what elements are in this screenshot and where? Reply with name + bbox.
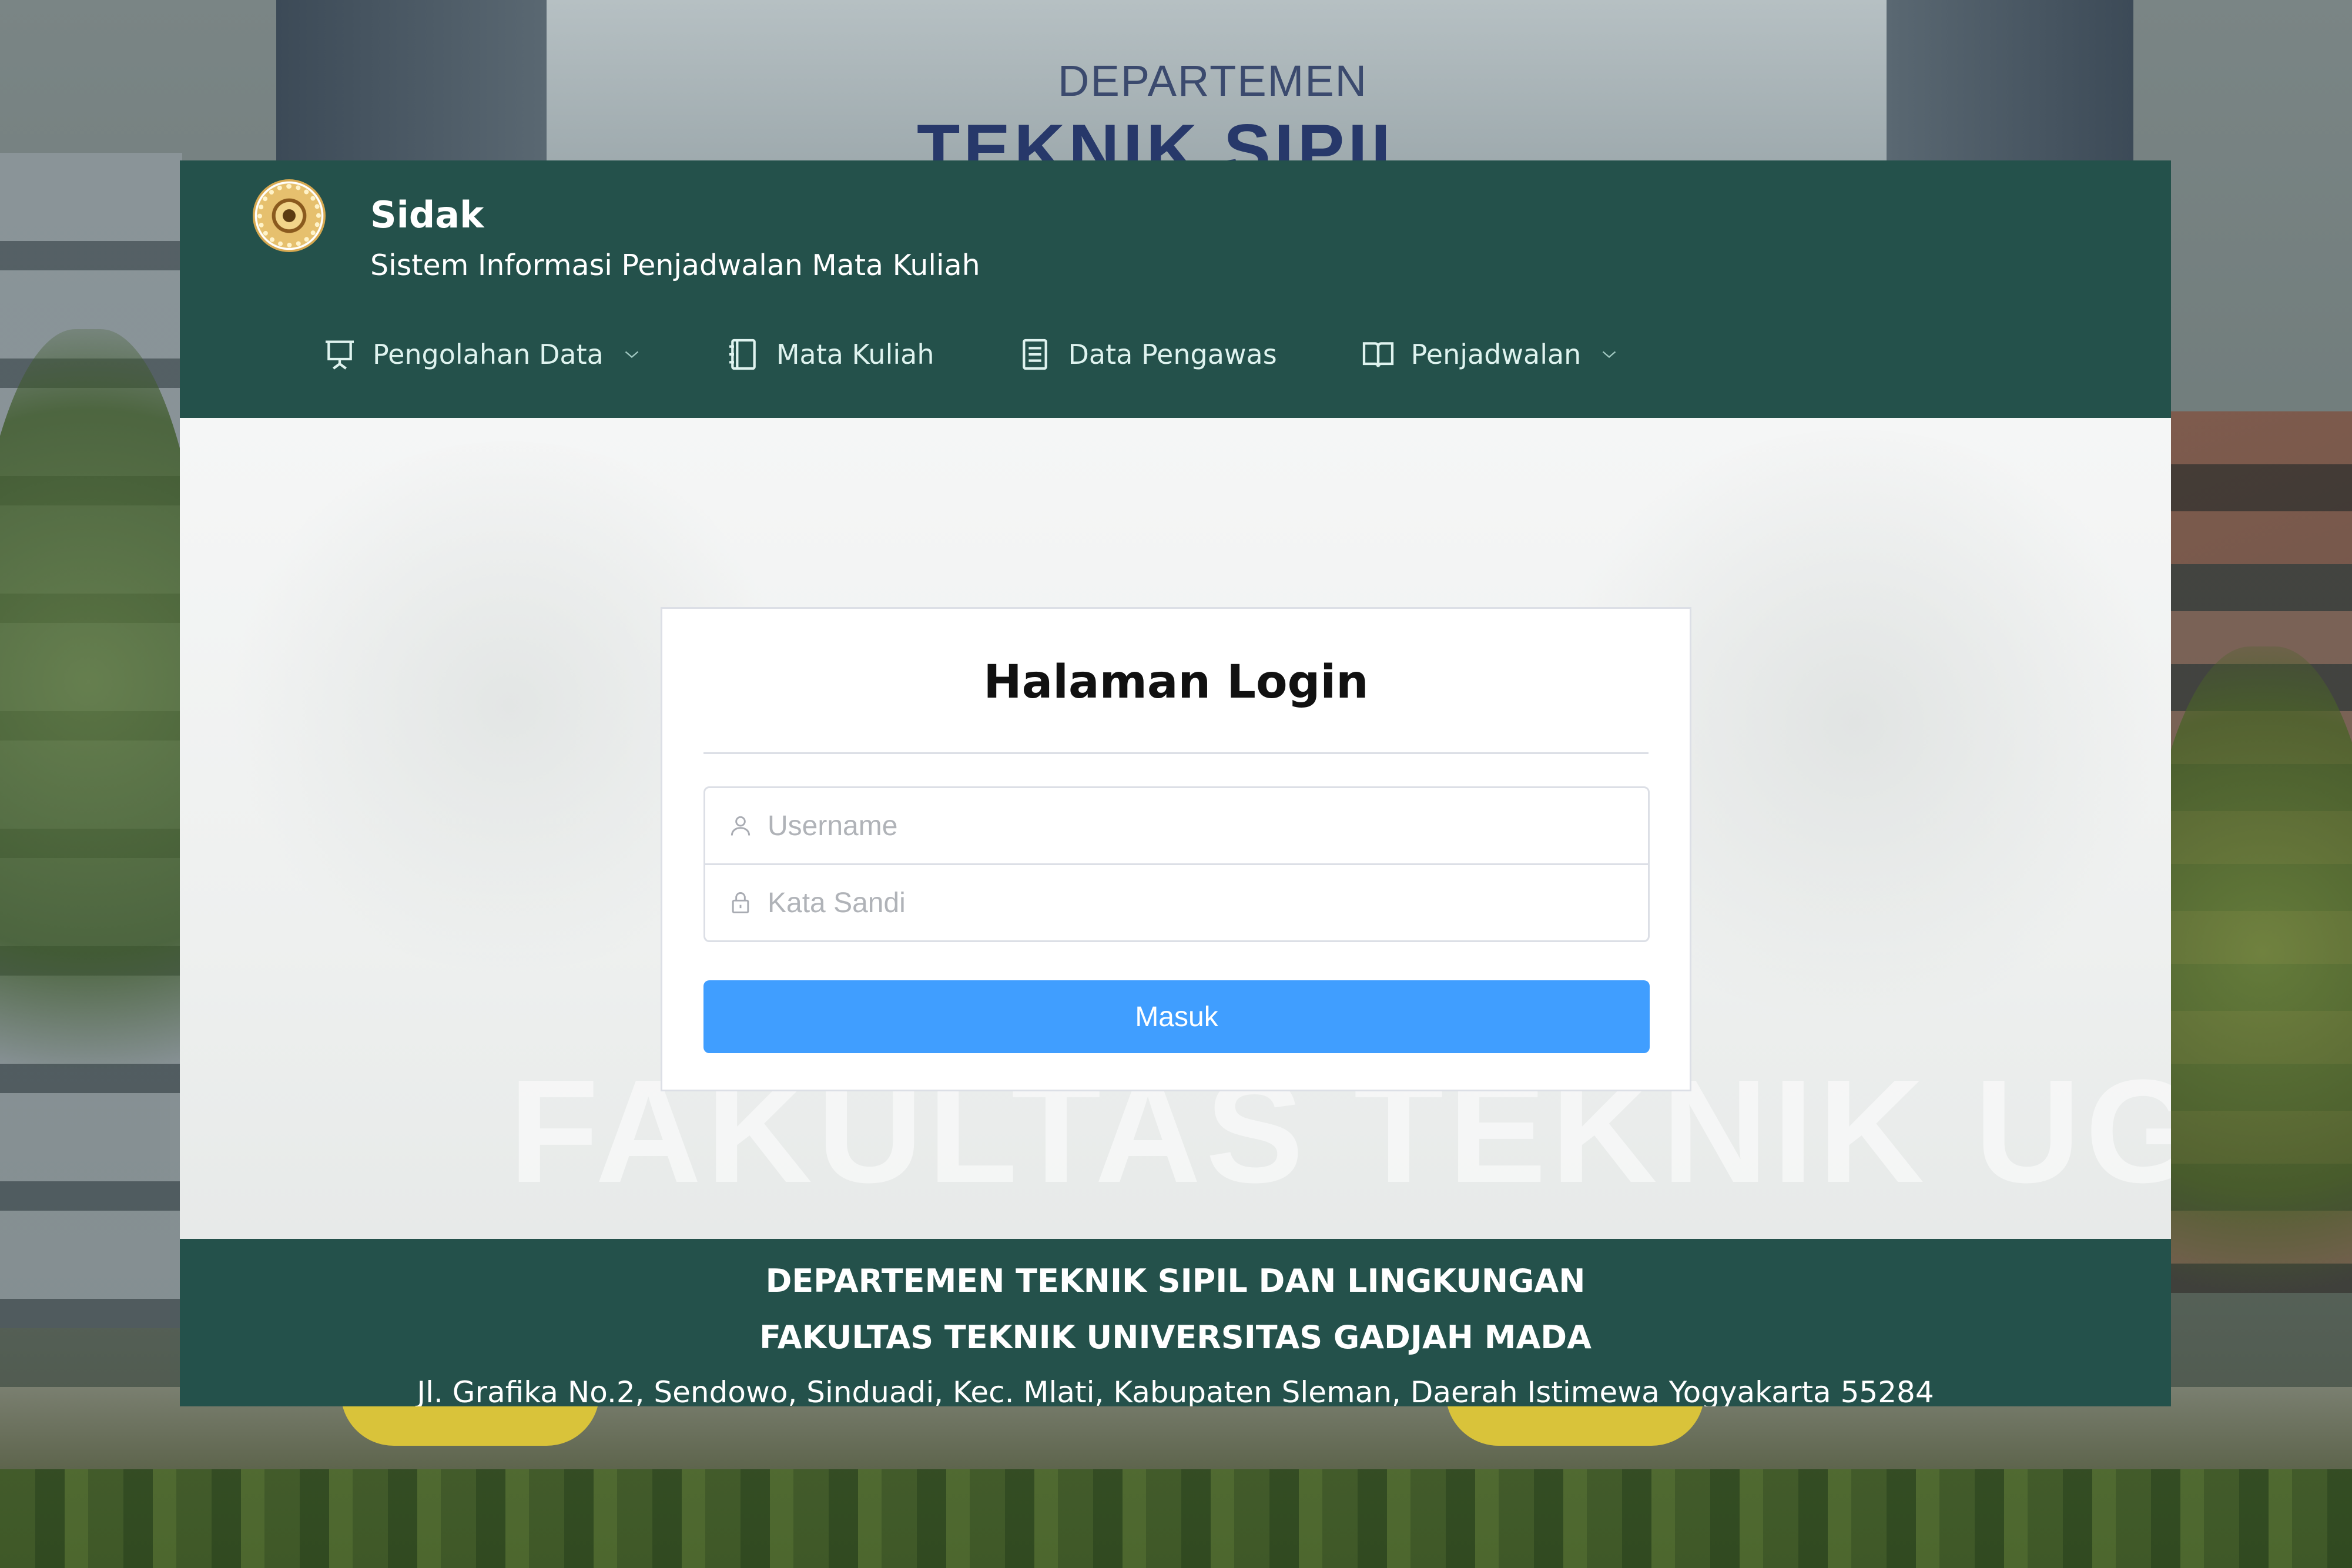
main-content: FAKULTAS TEKNIK UGM Halaman Login Masuk	[180, 418, 2171, 1364]
divider	[703, 752, 1649, 754]
main-nav: Pengolahan Data Mata Kuliah Data Pengawa…	[321, 325, 1702, 384]
nav-label: Pengolahan Data	[373, 339, 604, 370]
nav-label: Mata Kuliah	[776, 339, 934, 370]
lock-icon	[732, 892, 749, 913]
chevron-down-icon[interactable]	[621, 344, 642, 365]
nav-item-pengolahan-data[interactable]: Pengolahan Data	[321, 336, 642, 373]
presentation-icon	[326, 340, 354, 370]
username-input[interactable]	[766, 809, 1592, 843]
footer-faculty: FAKULTAS TEKNIK UNIVERSITAS GADJAH MADA	[759, 1319, 1592, 1356]
nav-item-penjadwalan[interactable]: Penjadwalan	[1359, 336, 1620, 373]
ugm-logo	[253, 179, 326, 252]
login-card: Halaman Login Masuk	[661, 607, 1691, 1091]
login-title: Halaman Login	[983, 656, 1369, 709]
footer-department: DEPARTEMEN TEKNIK SIPIL DAN LINGKUNGAN	[765, 1262, 1586, 1299]
password-input[interactable]	[766, 886, 1592, 920]
username-field[interactable]	[703, 786, 1650, 865]
notebook-icon	[729, 339, 756, 370]
app-subtitle: Sistem Informasi Penjadwalan Mata Kuliah	[370, 249, 980, 282]
nav-label: Penjadwalan	[1410, 339, 1582, 370]
chevron-down-icon[interactable]	[1599, 344, 1620, 365]
header: Sidak Sistem Informasi Penjadwalan Mata …	[180, 160, 2171, 418]
footer-address: Jl. Grafika No.2, Sendowo, Sinduadi, Kec…	[417, 1375, 1934, 1406]
app-title: Sidak	[370, 193, 484, 236]
document-list-icon	[1023, 339, 1048, 370]
nav-item-data-pengawas[interactable]: Data Pengawas	[1016, 336, 1277, 373]
open-book-icon	[1362, 342, 1393, 367]
nav-label: Data Pengawas	[1068, 339, 1277, 370]
user-icon	[731, 816, 751, 836]
background-sign-title: TEKNIK SIPIL	[917, 110, 1418, 162]
nav-item-mata-kuliah[interactable]: Mata Kuliah	[725, 336, 934, 373]
footer: DEPARTEMEN TEKNIK SIPIL DAN LINGKUNGAN F…	[180, 1239, 2171, 1406]
app-window: Sidak Sistem Informasi Penjadwalan Mata …	[180, 160, 2171, 1406]
login-button[interactable]: Masuk	[703, 980, 1650, 1053]
background-sign-text: DEPARTEMEN	[1058, 56, 1368, 105]
password-field[interactable]	[703, 863, 1650, 942]
